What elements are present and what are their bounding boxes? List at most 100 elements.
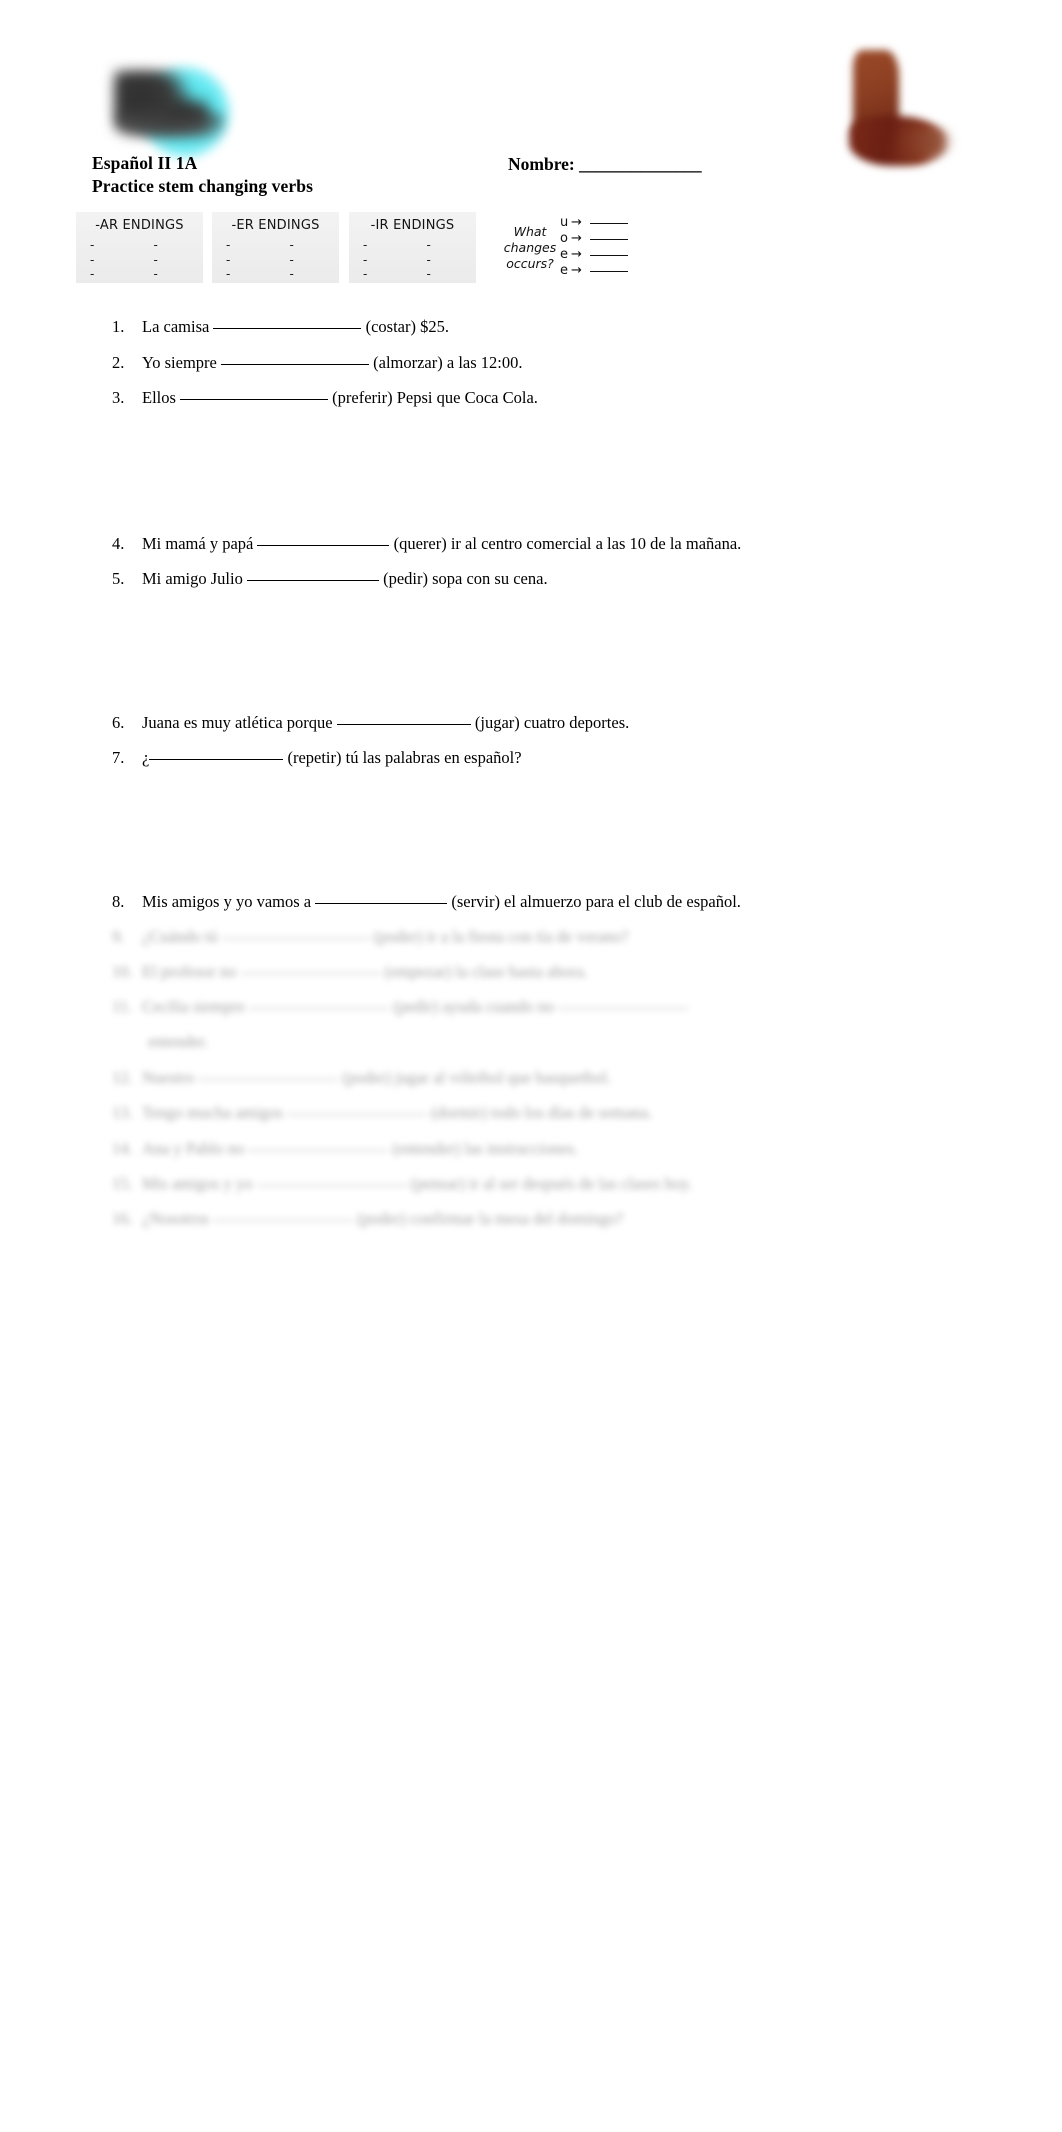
question-number: 5.: [112, 569, 125, 588]
answer-blank[interactable]: [256, 1185, 407, 1186]
stem-change-answer-blank[interactable]: [590, 271, 628, 272]
answer-blank[interactable]: [257, 545, 390, 546]
answer-blank[interactable]: [149, 759, 284, 760]
stem-change-prompt-line: changes: [503, 240, 557, 255]
question-number: 1.: [112, 317, 125, 336]
answer-blank[interactable]: [248, 1150, 389, 1151]
sneaker-image-sole: [118, 114, 222, 140]
question-text-before: ¿Nosotros: [142, 1209, 214, 1228]
question-text-after: (querer) ir al centro comercial a las 10…: [389, 534, 742, 553]
answer-blank[interactable]: [221, 364, 369, 365]
ending-slot[interactable]: -: [363, 238, 413, 253]
answer-blank[interactable]: [246, 580, 379, 581]
question-item-continuation-blurred: entender.: [148, 1031, 208, 1053]
question-text-after: (servir) el almuerzo para el club de esp…: [447, 892, 741, 911]
question-text-before: Tengo mucha amigos: [142, 1103, 288, 1122]
answer-blank[interactable]: [213, 328, 362, 329]
question-item-blurred: 14. Ana y Pablo no (entender) las instruc…: [112, 1138, 578, 1160]
ending-slot[interactable]: -: [427, 238, 477, 253]
question-text-after: (costar) $25.: [361, 317, 449, 336]
question-text-before: Ellos: [142, 388, 181, 407]
stem-change-rows: u → o → e → e →: [560, 215, 628, 279]
question-text-before: Mis amigos y yo: [142, 1174, 257, 1193]
ending-slot[interactable]: -: [290, 253, 340, 268]
er-endings-column-2: - - -: [276, 238, 340, 282]
stem-change-letter: e: [560, 247, 568, 262]
question-text-before: Mi amigo Julio: [142, 569, 247, 588]
question-number: 6.: [112, 713, 125, 732]
stem-change-prompt-line: occurs?: [506, 256, 554, 271]
ending-slot[interactable]: -: [427, 267, 477, 282]
ir-endings-columns: - - - - - -: [349, 238, 476, 282]
ir-endings-box: -IR ENDINGS - - - - - -: [349, 212, 476, 283]
arrow-right-icon: →: [571, 247, 582, 262]
stem-change-answer-blank[interactable]: [590, 239, 628, 240]
stem-change-row: o →: [560, 231, 628, 247]
question-text-after: (entender) las instrucciones.: [388, 1139, 579, 1158]
name-field-label[interactable]: Nombre: ______________: [508, 154, 702, 175]
ending-slot[interactable]: -: [363, 267, 413, 282]
ending-slot[interactable]: -: [427, 253, 477, 268]
ending-slot[interactable]: -: [90, 253, 140, 268]
answer-blank[interactable]: [180, 399, 329, 400]
answer-blank[interactable]: [336, 724, 471, 725]
answer-blank[interactable]: [315, 903, 448, 904]
ending-slot[interactable]: -: [90, 238, 140, 253]
answer-blank[interactable]: [213, 1220, 354, 1221]
question-number: 16.: [112, 1209, 133, 1228]
question-number: 3.: [112, 388, 125, 407]
er-endings-columns: - - - - - -: [212, 238, 339, 282]
question-number: 9.: [112, 927, 125, 946]
ending-slot[interactable]: -: [154, 267, 204, 282]
question-item: 6. Juana es muy atlética porque (jugar) c…: [112, 712, 629, 734]
ending-slot[interactable]: -: [226, 253, 276, 268]
ending-slot[interactable]: -: [290, 267, 340, 282]
question-text-before: Mis amigos y yo vamos a: [142, 892, 316, 911]
question-number: 7.: [112, 748, 125, 767]
ending-slot[interactable]: -: [226, 238, 276, 253]
ir-endings-title: -IR ENDINGS: [370, 218, 455, 233]
stem-change-letter: u: [560, 215, 569, 230]
ending-slot[interactable]: -: [90, 267, 140, 282]
question-item: 3. Ellos (preferir) Pepsi que Coca Cola.: [112, 387, 538, 409]
stem-change-prompt-line: What: [513, 224, 547, 239]
question-item-blurred: 16. ¿Nosotros (poder) confirmar la mesa d…: [112, 1208, 623, 1230]
question-text-after: (empezar) la clase hasta ahora.: [380, 962, 588, 981]
stem-change-answer-blank[interactable]: [590, 223, 628, 224]
question-item-blurred: 10. El profesor no (empezar) la clase has…: [112, 961, 588, 983]
answer-blank[interactable]: [240, 973, 381, 974]
worksheet-subtitle: Practice stem changing verbs: [92, 176, 314, 196]
ending-slot[interactable]: -: [154, 238, 204, 253]
ending-slot[interactable]: -: [226, 267, 276, 282]
answer-blank[interactable]: [249, 1008, 390, 1009]
ar-endings-columns: - - - - - -: [76, 238, 203, 282]
er-endings-column-1: - - -: [212, 238, 276, 282]
arrow-right-icon: →: [571, 263, 582, 278]
answer-blank-second[interactable]: [558, 1008, 689, 1009]
ending-slot[interactable]: -: [363, 253, 413, 268]
ending-slot[interactable]: -: [154, 253, 204, 268]
question-number: 2.: [112, 353, 125, 372]
ar-endings-box: -AR ENDINGS - - - - - -: [76, 212, 203, 283]
cowboy-boot-image: [845, 44, 960, 184]
cowboy-boot-toe: [901, 128, 953, 156]
course-title: Español II 1A: [92, 153, 198, 173]
question-item: 2. Yo siempre (almorzar) a las 12:00.: [112, 352, 522, 374]
answer-blank[interactable]: [198, 1079, 339, 1080]
arrow-right-icon: →: [571, 215, 582, 230]
answer-blank[interactable]: [221, 938, 370, 939]
stem-change-letter: o: [560, 231, 568, 246]
stem-change-row: u →: [560, 215, 628, 231]
question-number: 8.: [112, 892, 125, 911]
question-text-before: Mi mamá y papá: [142, 534, 258, 553]
question-item-blurred: 13. Tengo mucha amigos (dormir) todo los …: [112, 1102, 652, 1124]
ending-slot[interactable]: -: [290, 238, 340, 253]
stem-change-answer-blank[interactable]: [590, 255, 628, 256]
question-text-after: (poder) jugar al vóleibol que basquetbol…: [338, 1068, 612, 1087]
answer-blank[interactable]: [287, 1114, 428, 1115]
ir-endings-column-1: - - -: [349, 238, 413, 282]
question-text-before: Yo siempre: [142, 353, 221, 372]
question-text-before: ¿Cuándo tú: [142, 927, 222, 946]
question-text-after: (jugar) cuatro deportes.: [470, 713, 630, 732]
question-text-before: Juana es muy atlética porque: [142, 713, 337, 732]
